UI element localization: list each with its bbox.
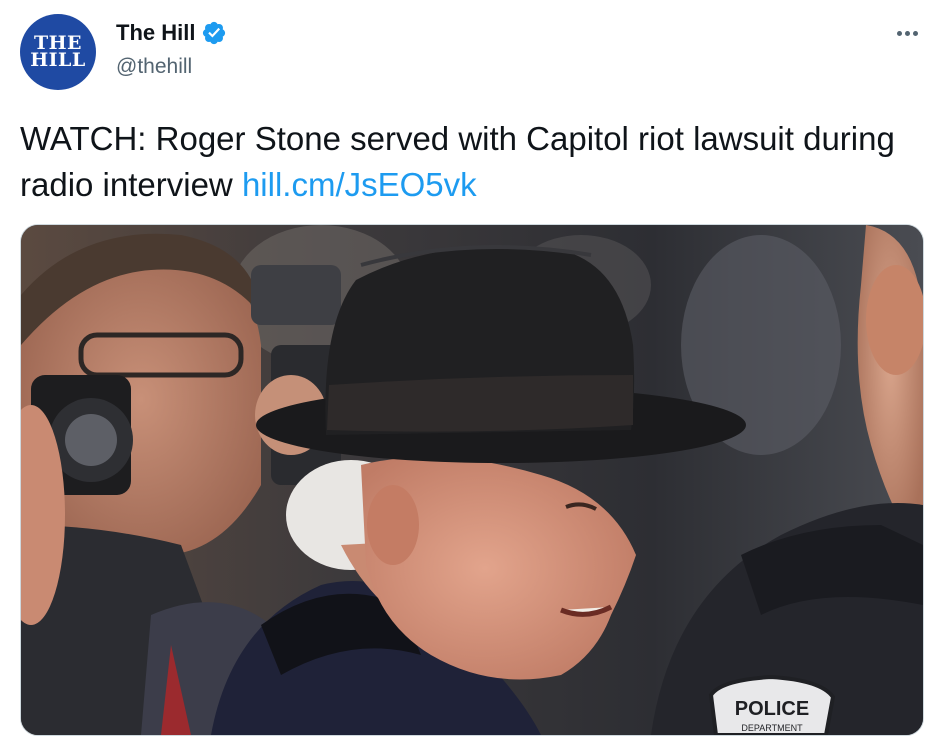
avatar[interactable]: THE HILL <box>20 14 96 90</box>
tweet-card: THE HILL The Hill @thehill WATCH: Roger … <box>0 0 938 750</box>
tweet-media-photo[interactable]: POLICE DEPARTMENT <box>20 224 924 736</box>
tweet-text: WATCH: Roger Stone served with Capitol r… <box>20 116 920 208</box>
more-options-icon[interactable] <box>892 18 922 48</box>
more-dot <box>912 30 918 36</box>
avatar-text-line2: HILL <box>30 49 86 71</box>
police-badge-subtext: DEPARTMENT <box>741 723 803 733</box>
more-dot <box>896 30 902 36</box>
display-name[interactable]: The Hill <box>116 20 195 46</box>
handle[interactable]: @thehill <box>116 55 192 79</box>
author-name-row: The Hill <box>116 20 227 46</box>
tweet-link[interactable]: hill.cm/JsEO5vk <box>242 166 477 203</box>
more-dot <box>904 30 910 36</box>
police-badge-text: POLICE <box>735 698 809 720</box>
verified-badge-icon <box>201 20 227 46</box>
